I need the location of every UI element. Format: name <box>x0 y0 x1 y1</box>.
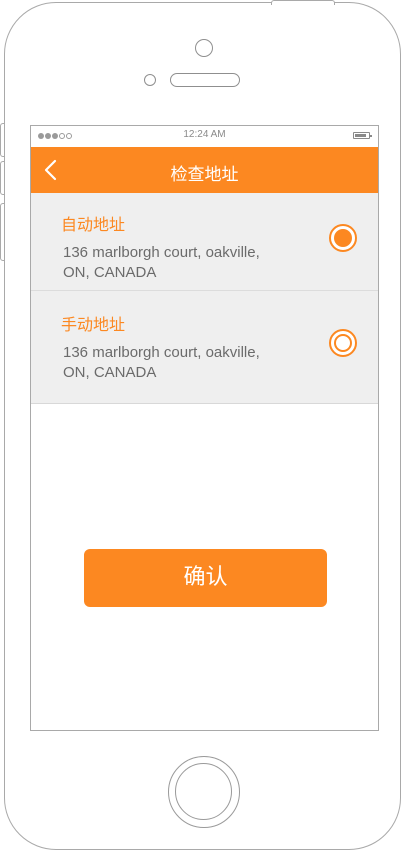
address-line1: 136 marlborgh court, oakville, <box>63 344 260 361</box>
address-line1: 136 marlborgh court, oakville, <box>63 244 260 261</box>
front-camera <box>195 39 213 57</box>
confirm-button[interactable]: 确认 <box>84 549 327 607</box>
nav-bar: 检查地址 <box>31 147 378 193</box>
volume-up-button <box>0 161 5 195</box>
address-option-auto[interactable]: 自动地址 136 marlborgh court, oakville, ON, … <box>31 193 378 291</box>
radio-dot <box>334 229 352 247</box>
proximity-sensor <box>144 74 156 86</box>
address-list: 自动地址 136 marlborgh court, oakville, ON, … <box>31 193 378 404</box>
address-option-label: 自动地址 <box>61 215 126 234</box>
page-title: 检查地址 <box>170 165 239 185</box>
radio-ring <box>334 334 352 352</box>
address-option-label: 手动地址 <box>61 315 126 334</box>
radio-button-selected[interactable] <box>329 224 357 252</box>
address-text: 136 marlborgh court, oakville, ON, CANAD… <box>63 243 303 283</box>
status-time: 12:24 AM <box>183 129 226 140</box>
power-button <box>271 0 335 5</box>
mute-switch <box>0 123 5 157</box>
app-screen: 12:24 AM 检查地址 自动地址 136 marlborgh court, … <box>30 125 379 731</box>
address-line2: ON, CANADA <box>63 364 157 381</box>
address-option-manual[interactable]: 手动地址 136 marlborgh court, oakville, ON, … <box>31 291 378 404</box>
status-bar: 12:24 AM <box>31 126 378 147</box>
radio-button-unselected[interactable] <box>329 329 357 357</box>
address-line2: ON, CANADA <box>63 264 157 281</box>
earpiece-speaker <box>170 73 240 87</box>
volume-down-button <box>0 203 5 261</box>
home-button-ring <box>175 763 232 820</box>
address-text: 136 marlborgh court, oakville, ON, CANAD… <box>63 343 303 383</box>
home-button[interactable] <box>168 756 240 828</box>
battery-icon <box>353 132 372 139</box>
